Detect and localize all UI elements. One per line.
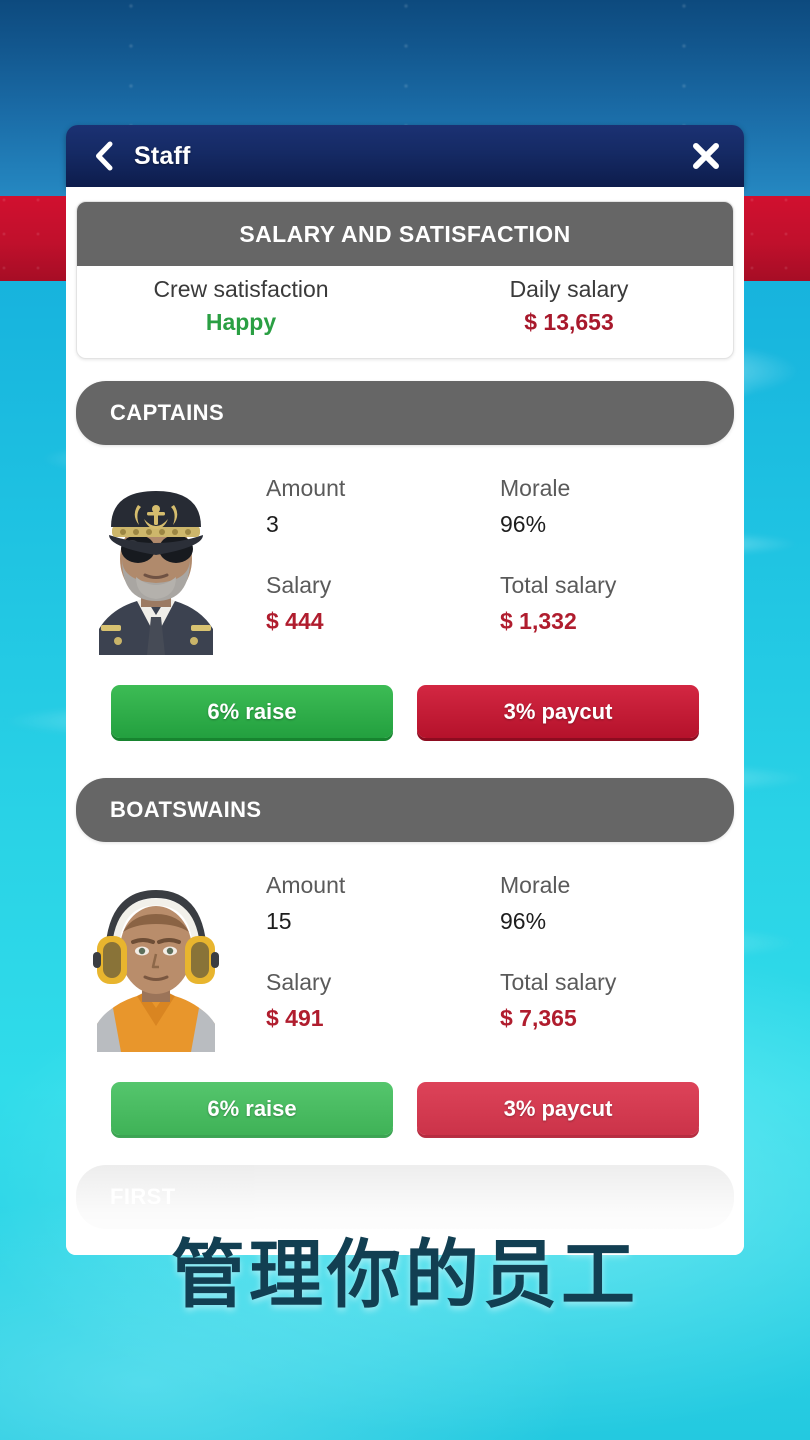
modal-header: Staff (66, 125, 744, 187)
back-button[interactable] (86, 139, 120, 173)
captain-paycut-button[interactable]: 3% paycut (417, 685, 699, 738)
captain-total-block: Total salary $ 1,332 (500, 568, 734, 639)
modal-body: SALARY AND SATISFACTION Crew satisfactio… (66, 187, 744, 1255)
boatswain-avatar (76, 868, 236, 1052)
section-header-captains: CAPTAINS (76, 381, 734, 445)
amount-label: Amount (266, 872, 346, 898)
captain-amount-block: Amount 3 (266, 471, 500, 542)
total-salary-value: $ 1,332 (500, 607, 577, 634)
salary-satisfaction-card: SALARY AND SATISFACTION Crew satisfactio… (76, 201, 734, 359)
morale-value: 96% (500, 510, 547, 537)
boatswain-morale-block: Morale 96% (500, 868, 734, 939)
salary-label: Salary (266, 572, 332, 599)
total-salary-label: Total salary (500, 969, 617, 996)
morale-value: 96% (500, 907, 547, 934)
boatswain-stats: Amount 15 Morale 96% Salary $ 491 Total … (236, 868, 734, 1052)
salary-value: $ 444 (266, 607, 324, 634)
close-x-icon (693, 143, 719, 169)
crew-row-captains: Amount 3 Morale 96% Salary $ 444 Total s… (66, 445, 744, 655)
promo-caption: 管理你的员工 (171, 1232, 639, 1318)
captain-morale-block: Morale 96% (500, 471, 734, 542)
amount-value: 3 (266, 510, 279, 537)
close-button[interactable] (688, 138, 724, 174)
captain-action-buttons: 6% raise 3% paycut (66, 655, 744, 738)
staff-scroll-area[interactable]: SALARY AND SATISFACTION Crew satisfactio… (66, 187, 744, 1229)
daily-salary-block: Daily salary $ 13,653 (405, 276, 733, 336)
captain-raise-button[interactable]: 6% raise (111, 685, 393, 738)
boatswain-amount-block: Amount 15 (266, 868, 500, 939)
amount-label: Amount (266, 475, 346, 501)
crew-satisfaction-label: Crew satisfaction (153, 276, 329, 302)
screen-root: Staff SALARY AND SATISFACTION Crew satis… (0, 0, 810, 1440)
boatswain-paycut-button[interactable]: 3% paycut (417, 1082, 699, 1135)
amount-value: 15 (266, 907, 292, 934)
captain-salary-block: Salary $ 444 (266, 568, 500, 639)
total-salary-value: $ 7,365 (500, 1004, 577, 1031)
captain-stats: Amount 3 Morale 96% Salary $ 444 Total s… (236, 471, 734, 655)
captain-avatar (76, 471, 236, 655)
morale-label: Morale (500, 872, 571, 898)
salary-satisfaction-title: SALARY AND SATISFACTION (77, 202, 733, 266)
section-header-boatswains: BOATSWAINS (76, 778, 734, 842)
boatswain-raise-button[interactable]: 6% raise (111, 1082, 393, 1135)
salary-label: Salary (266, 969, 332, 996)
total-salary-label: Total salary (500, 572, 617, 599)
page-title: Staff (134, 141, 191, 170)
daily-salary-label: Daily salary (509, 276, 629, 302)
crew-satisfaction-value: Happy (205, 309, 277, 335)
boatswain-salary-block: Salary $ 491 (266, 965, 500, 1036)
salary-value: $ 491 (266, 1004, 324, 1031)
chevron-left-icon (96, 141, 113, 171)
salary-satisfaction-body: Crew satisfaction Happy Daily salary $ 1… (77, 266, 733, 358)
morale-label: Morale (500, 475, 571, 501)
crew-satisfaction-block: Crew satisfaction Happy (77, 276, 405, 336)
boatswain-action-buttons: 6% raise 3% paycut (66, 1052, 744, 1135)
boatswain-total-block: Total salary $ 7,365 (500, 965, 734, 1036)
staff-modal: Staff SALARY AND SATISFACTION Crew satis… (66, 125, 744, 1255)
crew-row-boatswains: Amount 15 Morale 96% Salary $ 491 Total … (66, 842, 744, 1052)
daily-salary-value: $ 13,653 (524, 309, 614, 335)
